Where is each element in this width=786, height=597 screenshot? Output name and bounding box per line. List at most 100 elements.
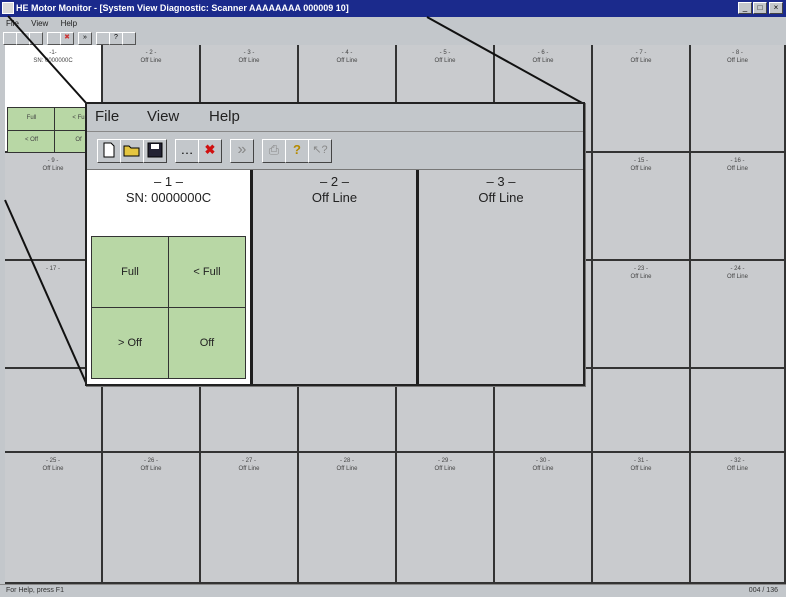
cell-status: Off Line <box>42 466 64 472</box>
cell-status: Off Line <box>532 58 554 64</box>
cell-status: Off Line <box>238 58 260 64</box>
cell-number: - 28 - <box>339 458 354 464</box>
toolbar: ✖ » ? <box>0 31 786 45</box>
grid-cell-16[interactable]: - 16 - Off Line <box>691 153 786 261</box>
cell-number: - 5 - <box>439 50 451 56</box>
cell-number: - 32 - <box>730 458 745 464</box>
motor-cell-2[interactable]: – 2 – Off Line <box>253 170 416 384</box>
open-icon[interactable] <box>16 32 30 45</box>
greater-off-button[interactable]: > Off <box>91 307 169 379</box>
cell-status: Off Line <box>630 466 652 472</box>
cell-number: - 7 - <box>635 50 647 56</box>
cell-number: - 6 - <box>537 50 549 56</box>
cell-number: - 25 - <box>45 458 60 464</box>
print-icon[interactable]: ⎙ <box>262 139 286 163</box>
new-icon[interactable] <box>3 32 17 45</box>
motor-serial: SN: 0000000C <box>125 190 212 205</box>
save-icon[interactable] <box>29 32 43 45</box>
grid-cell-26[interactable]: - 26 - Off Line <box>103 453 201 584</box>
cell-status: Off Line <box>140 58 162 64</box>
grid-cell-empty[interactable] <box>593 369 691 453</box>
cell-status: Off Line <box>727 274 748 280</box>
grid-cell-29[interactable]: - 29 - Off Line <box>397 453 495 584</box>
about-icon[interactable]: ? <box>285 139 309 163</box>
cell-status: Off Line <box>336 466 358 472</box>
maximize-button[interactable]: □ <box>753 2 767 14</box>
grid-cell-empty[interactable] <box>691 369 786 453</box>
cell-status: Off Line <box>434 466 456 472</box>
window-title: HE Motor Monitor - [System View Diagnost… <box>16 3 349 13</box>
motor-number: – 2 – <box>320 174 349 189</box>
cell-status: Off Line <box>727 166 748 172</box>
motor-cell-3[interactable]: – 3 – Off Line <box>419 170 583 384</box>
title-bar: HE Motor Monitor - [System View Diagnost… <box>0 0 786 17</box>
cell-status: Off Line <box>336 58 358 64</box>
cell-status: SN: 0000000C <box>33 58 73 64</box>
motor-status: Off Line <box>311 190 358 205</box>
zoom-window: File View Help … ✖ » ⎙ ? ↖? – 1 – SN: 00… <box>85 102 585 386</box>
status-bar: For Help, press F1 004 / 136 <box>0 584 786 597</box>
cell-number: - 15 - <box>633 158 648 164</box>
zoom-menu-view[interactable]: View <box>147 108 179 125</box>
cell-status: Off Line <box>532 466 554 472</box>
cell-status: Off Line <box>630 58 652 64</box>
minimize-button[interactable]: _ <box>738 2 752 14</box>
full-button[interactable]: Full <box>91 236 169 308</box>
save-disk-icon[interactable] <box>143 139 167 163</box>
zoom-toolbar: … ✖ » ⎙ ? ↖? <box>87 132 583 170</box>
cell-status: Off Line <box>630 274 652 280</box>
disconnect-icon[interactable]: ✖ <box>60 32 74 45</box>
close-button[interactable]: × <box>769 2 783 14</box>
cell-number: - 8 - <box>732 50 743 56</box>
grid-cell-31[interactable]: - 31 - Off Line <box>593 453 691 584</box>
app-icon[interactable] <box>2 2 14 14</box>
disconnect-icon[interactable]: ✖ <box>198 139 222 163</box>
grid-cell-28[interactable]: - 28 - Off Line <box>299 453 397 584</box>
cell-number: - 3 - <box>243 50 255 56</box>
menu-help[interactable]: Help <box>61 19 77 28</box>
grid-cell-30[interactable]: - 30 - Off Line <box>495 453 593 584</box>
mini-full-button[interactable]: Full <box>7 107 56 132</box>
motor-number: – 3 – <box>486 174 516 189</box>
cell-number: - 2 - <box>145 50 157 56</box>
next-icon[interactable]: » <box>78 32 92 45</box>
grid-cell-32[interactable]: - 32 - Off Line <box>691 453 786 584</box>
grid-cell-27[interactable]: - 27 - Off Line <box>201 453 299 584</box>
cell-number: - 4 - <box>341 50 353 56</box>
about-icon[interactable]: ? <box>109 32 123 45</box>
off-button[interactable]: Off <box>168 307 246 379</box>
cell-status: Off Line <box>727 58 748 64</box>
new-file-icon[interactable] <box>97 139 121 163</box>
grid-cell-7[interactable]: - 7 - Off Line <box>593 45 691 153</box>
cell-status: Off Line <box>727 466 748 472</box>
context-help-icon[interactable]: ↖? <box>308 139 332 163</box>
connect-icon[interactable] <box>47 32 61 45</box>
cell-status: Off Line <box>630 166 652 172</box>
motor-cell-1[interactable]: – 1 – SN: 0000000C Full < Full > Off Off <box>87 170 250 384</box>
less-full-button[interactable]: < Full <box>168 236 246 308</box>
status-counter: 004 / 136 <box>748 587 778 594</box>
cell-number: - 26 - <box>143 458 158 464</box>
cell-status: Off Line <box>140 466 162 472</box>
grid-cell-24[interactable]: - 24 - Off Line <box>691 261 786 369</box>
menu-file[interactable]: File <box>6 19 19 28</box>
menu-bar: File View Help <box>0 17 786 31</box>
status-help-text: For Help, press F1 <box>6 587 64 594</box>
next-page-icon[interactable]: » <box>230 139 254 163</box>
grid-cell-25[interactable]: - 25 - Off Line <box>5 453 103 584</box>
grid-cell-8[interactable]: - 8 - Off Line <box>691 45 786 153</box>
cell-status: Off Line <box>238 466 260 472</box>
print-icon[interactable] <box>96 32 110 45</box>
open-folder-icon[interactable] <box>120 139 144 163</box>
cell-number: - 27 - <box>241 458 256 464</box>
menu-view[interactable]: View <box>31 19 48 28</box>
cell-number: -1- <box>49 50 57 56</box>
cell-number: - 24 - <box>730 266 745 272</box>
zoom-menu-help[interactable]: Help <box>209 108 240 125</box>
context-help-icon[interactable] <box>122 32 136 45</box>
connect-icon[interactable]: … <box>175 139 199 163</box>
grid-cell-15[interactable]: - 15 - Off Line <box>593 153 691 261</box>
zoom-menu-file[interactable]: File <box>95 108 119 125</box>
grid-cell-23[interactable]: - 23 - Off Line <box>593 261 691 369</box>
mini-greater-off-button[interactable]: < Off <box>7 130 56 153</box>
